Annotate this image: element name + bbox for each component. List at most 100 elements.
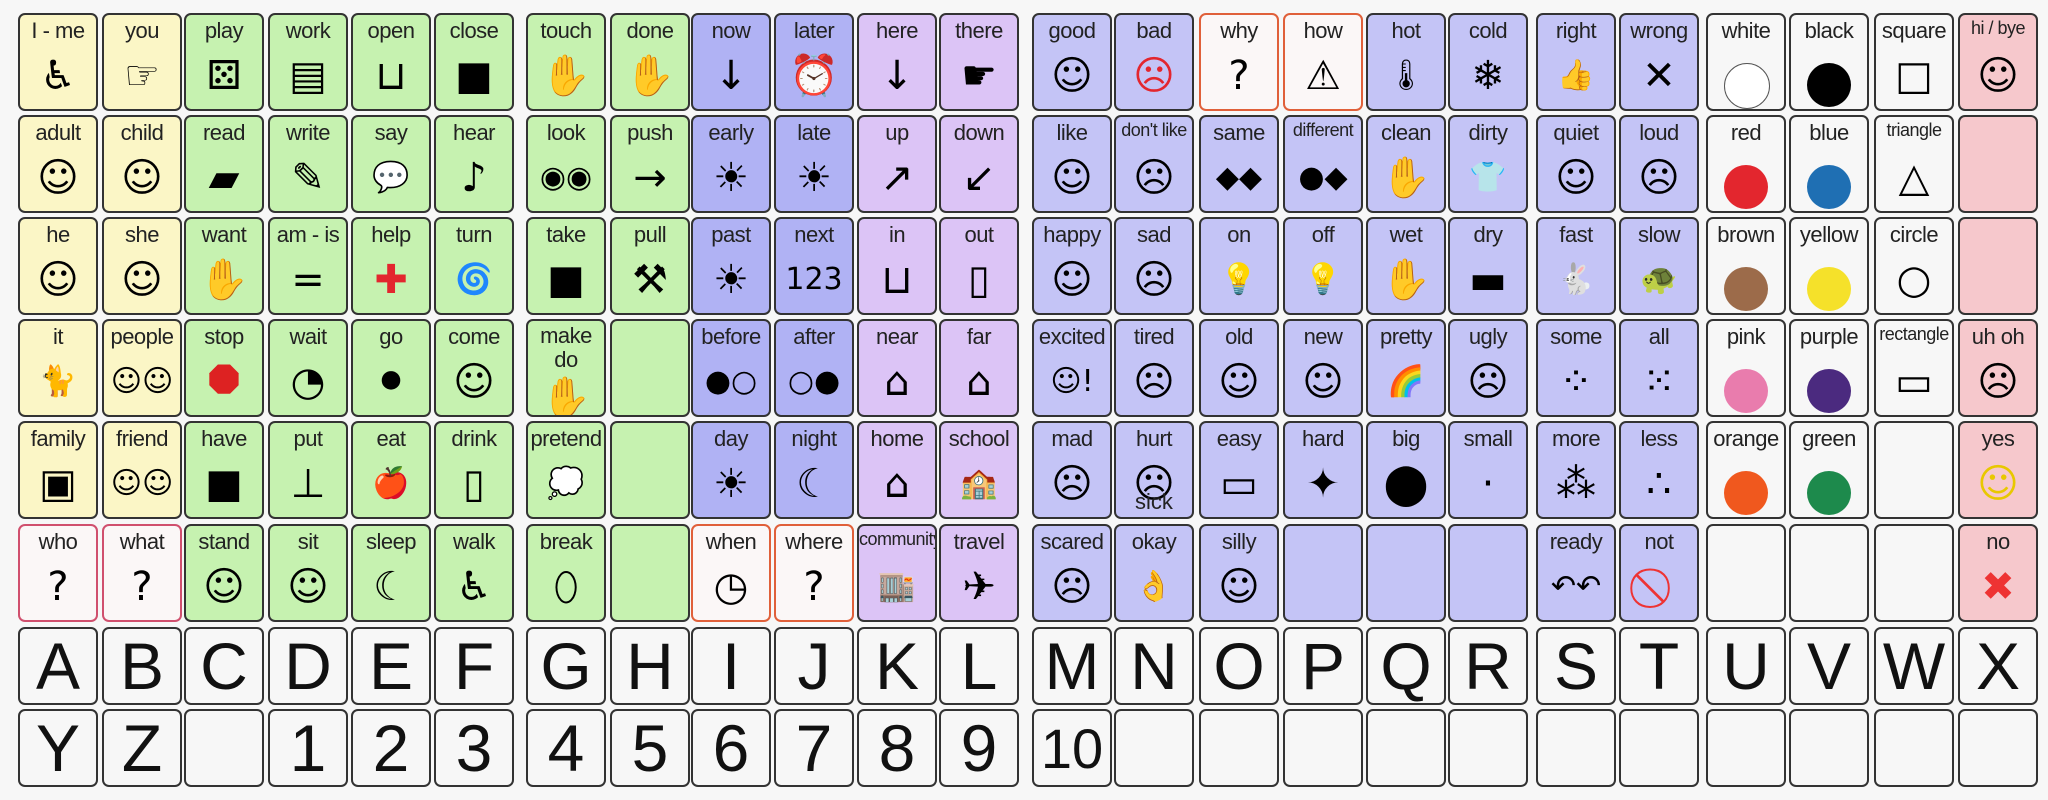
key-10[interactable]: 10 — [1032, 709, 1112, 787]
symbol-button-empty[interactable] — [1958, 115, 2038, 213]
symbol-button-child[interactable]: child ☺ — [102, 115, 182, 213]
symbol-button-when[interactable]: when ◷ — [691, 524, 771, 622]
symbol-button-early[interactable]: early ☀ — [691, 115, 771, 213]
key-y[interactable]: Y — [18, 709, 98, 787]
symbol-button-go[interactable]: go ⚫ — [351, 319, 431, 417]
symbol-button-make-do[interactable]: make do ✋ — [526, 319, 606, 417]
key-v[interactable]: V — [1789, 627, 1869, 705]
key-d[interactable]: D — [268, 627, 348, 705]
key-blank[interactable] — [1958, 709, 2038, 787]
symbol-button-happy[interactable]: happy ☺ — [1032, 217, 1112, 315]
symbol-button-wait[interactable]: wait ◔ — [268, 319, 348, 417]
symbol-button-square[interactable]: square □ — [1874, 13, 1954, 111]
symbol-button-how[interactable]: how ⚠ — [1283, 13, 1363, 111]
symbol-button-in[interactable]: in ⊔ — [857, 217, 937, 315]
symbol-button-silly[interactable]: silly ☺ — [1199, 524, 1279, 622]
symbol-button-out[interactable]: out ▯ — [939, 217, 1019, 315]
symbol-button-hard[interactable]: hard ✦ — [1283, 421, 1363, 519]
symbol-button-old[interactable]: old ☺ — [1199, 319, 1279, 417]
symbol-button-good[interactable]: good ☺ — [1032, 13, 1112, 111]
symbol-button-say[interactable]: say 💬 — [351, 115, 431, 213]
symbol-button-ugly[interactable]: ugly ☹ — [1448, 319, 1528, 417]
key-f[interactable]: F — [434, 627, 514, 705]
symbol-button-where[interactable]: where? — [774, 524, 854, 622]
symbol-button-empty[interactable] — [1448, 524, 1528, 622]
symbol-button-triangle[interactable]: triangle △ — [1874, 115, 1954, 213]
symbol-button-empty[interactable] — [1366, 524, 1446, 622]
symbol-button-want[interactable]: want ✋ — [184, 217, 264, 315]
symbol-button-yes[interactable]: yes ☺ — [1958, 421, 2038, 519]
symbol-button-far[interactable]: far ⌂ — [939, 319, 1019, 417]
symbol-button-walk[interactable]: walk ♿ — [434, 524, 514, 622]
symbol-button-he[interactable]: he ☺ — [18, 217, 98, 315]
key-u[interactable]: U — [1706, 627, 1786, 705]
key-q[interactable]: Q — [1366, 627, 1446, 705]
symbol-button-before[interactable]: before ●○ — [691, 319, 771, 417]
key-blank[interactable] — [1114, 709, 1194, 787]
symbol-button-empty[interactable] — [1283, 524, 1363, 622]
symbol-button-write[interactable]: write ✎ — [268, 115, 348, 213]
symbol-button-pretend[interactable]: pretend 💭 — [526, 421, 606, 519]
key-c[interactable]: C — [184, 627, 264, 705]
symbol-button-rectangle[interactable]: rectangle ▭ — [1874, 319, 1954, 417]
symbol-button-empty[interactable] — [1958, 217, 2038, 315]
key-t[interactable]: T — [1619, 627, 1699, 705]
symbol-button-circle[interactable]: circle ○ — [1874, 217, 1954, 315]
key-l[interactable]: L — [939, 627, 1019, 705]
symbol-button-less[interactable]: less ∴ — [1619, 421, 1699, 519]
symbol-button-touch[interactable]: touch ✋ — [526, 13, 606, 111]
key-g[interactable]: G — [526, 627, 606, 705]
symbol-button-slow[interactable]: slow 🐢 — [1619, 217, 1699, 315]
key-9[interactable]: 9 — [939, 709, 1019, 787]
key-w[interactable]: W — [1874, 627, 1954, 705]
symbol-button-empty[interactable] — [1874, 421, 1954, 519]
symbol-button-empty[interactable] — [610, 524, 690, 622]
symbol-button-green[interactable]: green — [1789, 421, 1869, 519]
symbol-button-next[interactable]: next 123 — [774, 217, 854, 315]
key-blank[interactable] — [1366, 709, 1446, 787]
symbol-button-black[interactable]: black — [1789, 13, 1869, 111]
symbol-button-white[interactable]: white — [1706, 13, 1786, 111]
symbol-button-uh-oh[interactable]: uh oh ☹ — [1958, 319, 2038, 417]
symbol-button-okay[interactable]: okay 👌 — [1114, 524, 1194, 622]
key-m[interactable]: M — [1032, 627, 1112, 705]
symbol-button-loud[interactable]: loud ☹ — [1619, 115, 1699, 213]
symbol-button-fast[interactable]: fast 🐇 — [1536, 217, 1616, 315]
symbol-button-there[interactable]: there ☛ — [939, 13, 1019, 111]
symbol-button-empty[interactable] — [610, 421, 690, 519]
key-3[interactable]: 3 — [434, 709, 514, 787]
key-blank[interactable] — [1874, 709, 1954, 787]
symbol-button-community[interactable]: community 🏬 — [857, 524, 937, 622]
key-blank[interactable] — [1789, 709, 1869, 787]
key-x[interactable]: X — [1958, 627, 2038, 705]
key-s[interactable]: S — [1536, 627, 1616, 705]
key-i[interactable]: I — [691, 627, 771, 705]
symbol-button-ready[interactable]: ready ↶↶ — [1536, 524, 1616, 622]
symbol-button-purple[interactable]: purple — [1789, 319, 1869, 417]
symbol-button-drink[interactable]: drink ▯ — [434, 421, 514, 519]
symbol-button-more[interactable]: more ⁂ — [1536, 421, 1616, 519]
key-o[interactable]: O — [1199, 627, 1279, 705]
key-k[interactable]: K — [857, 627, 937, 705]
symbol-button-what[interactable]: what? — [102, 524, 182, 622]
symbol-button-blue[interactable]: blue — [1789, 115, 1869, 213]
symbol-button-am-is[interactable]: am - is = — [268, 217, 348, 315]
symbol-button-yellow[interactable]: yellow — [1789, 217, 1869, 315]
symbol-button-close[interactable]: close ■ — [434, 13, 514, 111]
symbol-button-sad[interactable]: sad ☹ — [1114, 217, 1194, 315]
symbol-button-later[interactable]: later ⏰ — [774, 13, 854, 111]
key-e[interactable]: E — [351, 627, 431, 705]
symbol-button-read[interactable]: read ▰ — [184, 115, 264, 213]
symbol-button-wrong[interactable]: wrong ✕ — [1619, 13, 1699, 111]
symbol-button-turn[interactable]: turn 🌀 — [434, 217, 514, 315]
symbol-button-help[interactable]: help ✚ — [351, 217, 431, 315]
symbol-button-why[interactable]: why? — [1199, 13, 1279, 111]
symbol-button-eat[interactable]: eat 🍎 — [351, 421, 431, 519]
symbol-button-sit[interactable]: sit ☺ — [268, 524, 348, 622]
symbol-button-brown[interactable]: brown — [1706, 217, 1786, 315]
symbol-button-empty[interactable] — [610, 319, 690, 417]
symbol-button-hear[interactable]: hear ♪ — [434, 115, 514, 213]
key-4[interactable]: 4 — [526, 709, 606, 787]
symbol-button-who[interactable]: who? — [18, 524, 98, 622]
symbol-button-cold[interactable]: cold ❄ — [1448, 13, 1528, 111]
